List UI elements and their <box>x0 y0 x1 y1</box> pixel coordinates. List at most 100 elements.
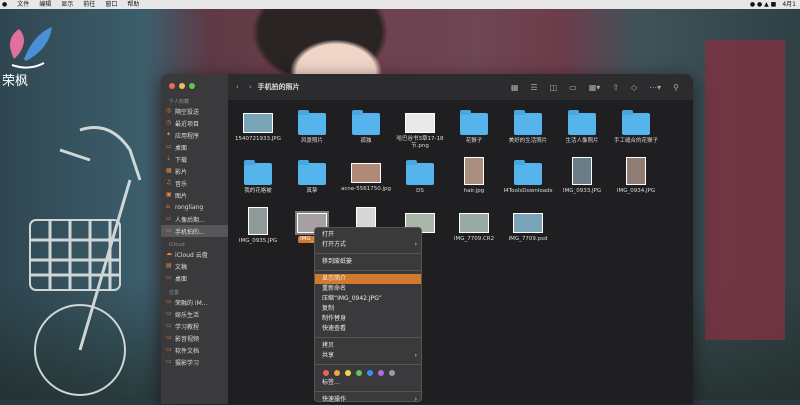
forward-button[interactable]: › <box>249 83 252 91</box>
folder-item[interactable]: DS <box>390 155 450 195</box>
file-item[interactable]: IMG_7709.CR2 <box>444 205 504 243</box>
sidebar-item-label: rongliang <box>175 203 204 211</box>
folder-item[interactable]: 孤独 <box>336 105 396 145</box>
icon-view-icon[interactable]: ▦ <box>511 83 519 92</box>
sidebar-item[interactable]: ▦ 影片 <box>161 165 228 177</box>
menu-window[interactable]: 窗口 <box>105 0 117 9</box>
context-menu-item[interactable]: 制作替身 <box>315 314 421 324</box>
sidebar-item[interactable]: ▣ 图片 <box>161 189 228 201</box>
file-item[interactable]: IMG_0934.JPG <box>606 155 666 195</box>
context-menu-item-label: 打开 <box>322 231 335 238</box>
tag-color-dot[interactable] <box>367 370 373 376</box>
image-thumbnail <box>405 113 435 133</box>
share-icon[interactable]: ⇧ <box>612 83 619 92</box>
sidebar-item[interactable]: ▤ 文稿 <box>161 260 228 272</box>
file-name: I4ToolsDownloads <box>503 188 553 194</box>
folder-icon: ▭ <box>166 322 172 329</box>
sidebar-item[interactable]: ▭ 桌面 <box>161 141 228 153</box>
sidebar-item[interactable]: ✦ 应用程序 <box>161 129 228 141</box>
group-icon[interactable]: ▦▾ <box>589 83 601 92</box>
zoom-button[interactable] <box>189 83 195 89</box>
sidebar-item[interactable]: ▭ 荣融的 iM... <box>161 296 228 308</box>
file-name: IMG_7709.CR2 <box>453 236 495 242</box>
action-icon[interactable]: ⋯▾ <box>649 83 661 92</box>
folder-icon: ▭ <box>166 227 172 234</box>
close-button[interactable] <box>169 83 175 89</box>
context-menu-item[interactable]: 标签... <box>315 378 421 388</box>
sidebar-item[interactable]: ⇣ 下载 <box>161 153 228 165</box>
folder-item[interactable]: 美好的生活照片 <box>498 105 558 145</box>
tag-color-dot[interactable] <box>334 370 340 376</box>
sidebar-item-label: 最近项目 <box>175 120 200 128</box>
context-menu-item[interactable]: 快速查看 <box>315 324 421 334</box>
context-menu-item[interactable]: 打开 <box>315 230 421 240</box>
apple-icon[interactable]: ● <box>2 0 7 9</box>
context-menu-item-label: 快速查看 <box>322 325 347 332</box>
context-menu-item[interactable]: 共享 › <box>315 351 421 361</box>
folder-item[interactable]: I4ToolsDownloads <box>498 155 558 195</box>
menu-edit[interactable]: 编辑 <box>39 0 51 9</box>
sidebar-item[interactable]: ▭ 软件文档 <box>161 344 228 356</box>
menu-view[interactable]: 显示 <box>61 0 73 9</box>
file-name: 美好的生活照片 <box>508 138 548 144</box>
sidebar-item[interactable]: ☁ iCloud 云盘 <box>161 248 228 260</box>
sidebar-item[interactable]: ▭ 影音视频 <box>161 332 228 344</box>
search-icon[interactable]: ⚲ <box>673 83 679 92</box>
home-icon: ⌂ <box>166 203 170 210</box>
sidebar-item[interactable]: ▭ 桌面 <box>161 272 228 284</box>
file-item[interactable]: 哈巴谷书3章17-18节.png <box>390 105 450 150</box>
context-menu-item[interactable]: 显示简介 <box>315 274 421 284</box>
file-item[interactable]: 1540721933.JPG <box>228 105 288 143</box>
folder-item[interactable]: 花猴子 <box>444 105 504 145</box>
sidebar-item[interactable]: ▭ 人像后期... <box>161 213 228 225</box>
finder-toolbar: ‹ › 手机拍的照片 ▦ ☰ ◫ ▭ ▦▾ ⇧ ◇ ⋯▾ ⚲ <box>228 74 693 101</box>
tag-color-dot[interactable] <box>345 370 351 376</box>
sidebar-item[interactable]: ▭ 手机拍的... <box>161 225 228 237</box>
tag-icon[interactable]: ◇ <box>631 83 637 92</box>
tag-color-dot[interactable] <box>323 370 329 376</box>
tag-color-dot[interactable] <box>356 370 362 376</box>
gallery-view-icon[interactable]: ▭ <box>569 83 577 92</box>
sidebar-item[interactable]: ◷ 最近项目 <box>161 117 228 129</box>
sidebar-item[interactable]: ▭ 学习教程 <box>161 320 228 332</box>
file-name: 风景照片 <box>300 138 323 144</box>
back-button[interactable]: ‹ <box>236 83 239 91</box>
context-menu-item[interactable]: 复制 <box>315 304 421 314</box>
context-menu-item[interactable]: 压缩“IMG_0942.JPG” <box>315 294 421 304</box>
file-item[interactable]: acne-5561750.jpg <box>336 155 396 193</box>
menu-help[interactable]: 帮助 <box>127 0 139 9</box>
file-name: 1540721933.JPG <box>235 136 281 142</box>
status-icons[interactable]: ● ● ▲ ■ <box>750 0 776 9</box>
file-item[interactable]: IMG_7709.psd <box>498 205 558 243</box>
context-menu-item[interactable]: 快速操作 › <box>315 395 421 405</box>
list-view-icon[interactable]: ☰ <box>530 83 537 92</box>
file-item[interactable]: IMG_0933.JPG <box>552 155 612 195</box>
context-menu-item-label: 标签... <box>322 379 340 386</box>
column-view-icon[interactable]: ◫ <box>550 83 558 92</box>
folder-item[interactable]: 我的花格被 <box>228 155 288 195</box>
context-menu-item[interactable]: 重新命名 <box>315 284 421 294</box>
sidebar-item[interactable]: ⌂ rongliang <box>161 201 228 213</box>
sidebar-item[interactable]: ▭ 摄影学习 <box>161 356 228 368</box>
folder-item[interactable]: 风景照片 <box>282 105 342 145</box>
tag-color-dot[interactable] <box>378 370 384 376</box>
folder-item[interactable]: 生活人像照片 <box>552 105 612 145</box>
sidebar-section-favorites: 个人收藏 <box>169 99 190 105</box>
folder-item[interactable]: 手工缝合的花猴子 <box>606 105 666 145</box>
file-item[interactable]: hair.jpg <box>444 155 504 195</box>
menu-go[interactable]: 前往 <box>83 0 95 9</box>
menu-file[interactable]: 文件 <box>17 0 29 9</box>
sidebar-item[interactable]: ♫ 音乐 <box>161 177 228 189</box>
context-menu-item[interactable]: 移到废纸篓 <box>315 257 421 267</box>
menubar-clock[interactable]: 4月1 <box>782 0 796 9</box>
file-name: IMG_7709.psd <box>508 236 548 242</box>
context-menu-item[interactable]: 打开方式 › <box>315 240 421 250</box>
sidebar-item[interactable]: ◎ 隔空投送 <box>161 105 228 117</box>
sidebar-item[interactable]: ▭ 娱乐生活 <box>161 308 228 320</box>
tag-color-dot[interactable] <box>389 370 395 376</box>
minimize-button[interactable] <box>179 83 185 89</box>
folder-item[interactable]: 真挚 <box>282 155 342 195</box>
context-menu-item[interactable]: 拷贝 <box>315 341 421 351</box>
image-thumbnail <box>248 207 268 235</box>
file-item[interactable]: IMG_0935.JPG <box>228 205 288 245</box>
